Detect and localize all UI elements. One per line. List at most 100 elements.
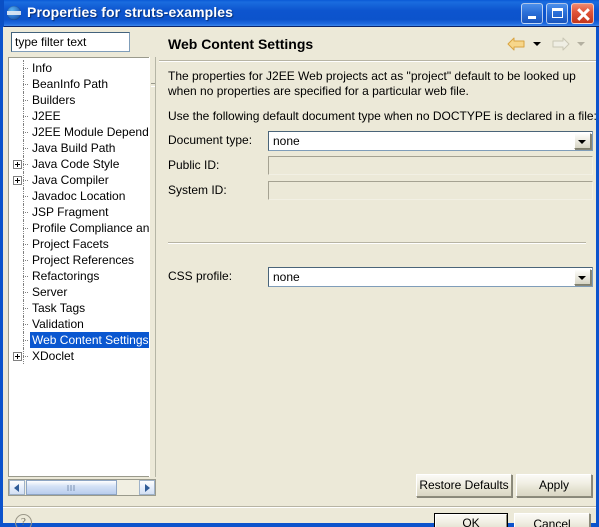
tree-item-label: XDoclet [32,349,75,363]
scroll-thumb[interactable] [26,480,117,495]
tree-item-label: Javadoc Location [32,189,126,203]
css-profile-select[interactable]: none [268,267,593,287]
tree-guide-dash [23,164,28,165]
tree-item[interactable]: Java Build Path [9,140,149,156]
globe-icon [7,6,22,21]
apply-button[interactable]: Apply [516,474,592,497]
tree-item-label: JSP Fragment [32,205,109,219]
tree-guide-dash [23,100,28,101]
back-dropdown-caret-icon[interactable] [533,41,542,46]
css-profile-value: none [273,270,300,284]
tree-sash-grip [151,83,155,87]
forward-dropdown-caret-icon [577,41,585,46]
tree-item-label: Java Code Style [32,157,120,171]
title-bar-edge [0,0,4,27]
tree-item-label: Server [32,285,68,299]
tree-item[interactable]: Project Facets [9,236,149,252]
title-bar[interactable]: Properties for struts-examples [0,0,599,27]
chevron-down-icon[interactable] [574,269,591,285]
tree-expand-icon[interactable] [13,176,22,185]
tree-item-label: BeanInfo Path [32,77,109,91]
page-title: Web Content Settings [168,36,314,52]
tree-item-label: Project Facets [32,237,109,251]
maximize-button[interactable] [546,3,568,24]
system-id-field [268,181,593,200]
tree-item-label: Java Build Path [32,141,116,155]
tree-guide-dash [23,68,28,69]
tree-guide-dash [23,292,28,293]
tree-item-label: Validation [32,317,84,331]
tree-item[interactable]: Info [9,60,149,76]
tree-item[interactable]: Builders [9,92,149,108]
tree-guide-dash [23,212,28,213]
tree-item[interactable]: Java Code Style [9,156,149,172]
tree-item[interactable]: BeanInfo Path [9,76,149,92]
scroll-left-arrow-icon[interactable] [9,480,25,495]
tree-guide-dash [23,244,28,245]
tree-item[interactable]: Validation [9,316,149,332]
tree-item-label: J2EE Module Dependencies [32,125,149,139]
tree-guide-dash [23,180,28,181]
page-content: Web Content Settings The properties for … [159,28,597,468]
page-title-divider [159,60,596,62]
tree-item[interactable]: Refactorings [9,268,149,284]
tree-item[interactable]: J2EE Module Dependencies [9,124,149,140]
tree-item[interactable]: Web Content Settings [9,332,149,348]
tree-guide-dash [23,196,28,197]
settings-tree[interactable]: Info BeanInfo Path Builders J2EE J2EE Module… [8,57,149,477]
public-id-field [268,156,593,175]
doctype-hint: Use the following default document type … [168,109,597,123]
tree-item[interactable]: JSP Fragment [9,204,149,220]
help-icon[interactable]: ? [15,514,32,527]
back-arrow-icon[interactable] [507,37,526,51]
ok-button[interactable]: OK [434,513,508,527]
tree-item-label: Refactorings [32,269,100,283]
page-description: The properties for J2EE Web projects act… [168,69,576,98]
tree-expand-icon[interactable] [13,352,22,361]
restore-defaults-button[interactable]: Restore Defaults [416,474,512,497]
minimize-button[interactable] [521,3,543,24]
tree-item-label: Project References [32,253,135,267]
tree-horizontal-scrollbar[interactable] [8,479,156,496]
chevron-down-icon[interactable] [574,133,591,149]
tree-item[interactable]: XDoclet [9,348,149,364]
tree-sash[interactable] [149,57,156,477]
scroll-right-arrow-icon[interactable] [139,480,155,495]
tree-guide-dash [23,84,28,85]
tree-guide-dash [23,356,28,357]
tree-item-label: Web Content Settings [30,332,149,348]
tree-guide-dash [23,260,28,261]
tree-item[interactable]: Java Compiler [9,172,149,188]
tree-item[interactable]: Task Tags [9,300,149,316]
tree-item[interactable]: Project References [9,252,149,268]
filter-input[interactable] [11,32,130,52]
dialog-body: Info BeanInfo Path Builders J2EE J2EE Module… [0,27,599,527]
ok-button-label: OK [462,516,480,527]
maximize-icon [552,8,563,18]
tree-guide-dash [23,116,28,117]
tree-guide-dash [23,308,28,309]
tree-item-label: J2EE [32,109,61,123]
public-id-label: Public ID: [168,158,220,172]
tree-expand-icon[interactable] [13,160,22,169]
system-id-label: System ID: [168,183,227,197]
tree-item[interactable]: J2EE [9,108,149,124]
document-type-label: Document type: [168,133,253,147]
tree-item-label: Profile Compliance and Validation [32,221,149,235]
settings-tree-list: Info BeanInfo Path Builders J2EE J2EE Module… [9,60,149,364]
tree-item-label: Builders [32,93,76,107]
properties-dialog: Properties for struts-examples Info BeanI… [0,0,599,527]
tree-item[interactable]: Server [9,284,149,300]
tree-guide-dash [23,148,28,149]
tree-guide-dash [23,276,28,277]
cancel-button[interactable]: Cancel [514,513,590,527]
document-type-select[interactable]: none [268,131,593,151]
window-title: Properties for struts-examples [27,4,234,20]
tree-guide-dash [23,228,28,229]
tree-item[interactable]: Javadoc Location [9,188,149,204]
footer-divider [3,506,596,508]
section-divider [168,242,586,244]
document-type-value: none [273,134,300,148]
tree-item[interactable]: Profile Compliance and Validation [9,220,149,236]
close-button[interactable] [571,3,594,24]
